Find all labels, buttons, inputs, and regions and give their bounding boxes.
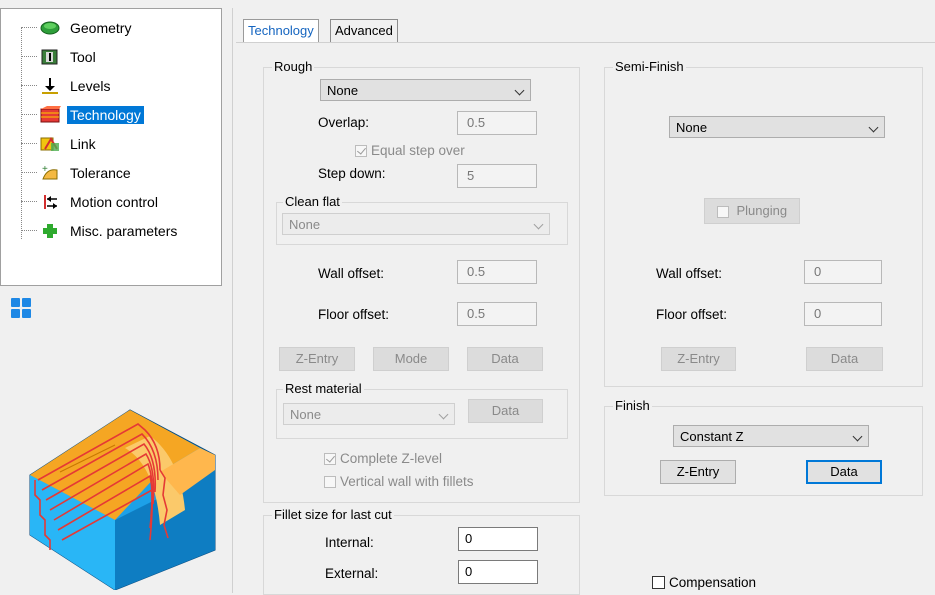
tab-advanced[interactable]: Advanced <box>330 19 398 42</box>
tree-item-link[interactable]: Link <box>21 132 99 156</box>
overlap-label: Overlap: <box>318 115 370 130</box>
tree-item-label: Levels <box>70 78 111 94</box>
equal-step-over-checkbox[interactable]: Equal step over <box>355 143 465 158</box>
semi-wall-offset-label: Wall offset: <box>656 266 723 281</box>
step-down-field[interactable]: 5 <box>457 164 537 188</box>
clean-flat-select[interactable]: None <box>282 213 550 235</box>
technology-icon <box>39 106 61 124</box>
semi-finish-group: Semi-Finish <box>604 59 923 387</box>
complete-z-level-label: Complete Z-level <box>340 451 443 466</box>
rough-title: Rough <box>272 59 315 74</box>
semi-finish-title: Semi-Finish <box>613 59 686 74</box>
fillet-external-field[interactable]: 0 <box>458 560 538 584</box>
rest-material-title: Rest material <box>283 381 364 396</box>
tree-item-motion-control[interactable]: Motion control <box>21 190 161 214</box>
rough-floor-offset-field[interactable]: 0.5 <box>457 302 537 326</box>
tab-separator <box>236 42 935 43</box>
tree-item-label: Technology <box>67 106 144 124</box>
view-grid-icon[interactable] <box>10 297 32 322</box>
clean-flat-title: Clean flat <box>283 194 342 209</box>
finish-title: Finish <box>613 398 652 413</box>
tree-item-label: Geometry <box>70 20 132 36</box>
semi-floor-offset-label: Floor offset: <box>656 307 728 322</box>
checkbox-box <box>324 475 336 488</box>
chevron-down-icon <box>533 219 544 230</box>
finish-strategy-select[interactable]: Constant Z <box>673 425 869 447</box>
tree-item-label: Misc. parameters <box>70 223 178 239</box>
rough-strategy-value: None <box>327 83 359 98</box>
semi-z-entry-button[interactable]: Z-Entry <box>661 347 736 371</box>
tab-technology[interactable]: Technology <box>243 19 319 42</box>
compensation-label: Compensation <box>669 575 757 590</box>
semi-wall-offset-field[interactable]: 0 <box>804 260 882 284</box>
tree-item-misc-parameters[interactable]: Misc. parameters <box>21 219 180 243</box>
operation-tree: Geometry Tool Levels Technology Link + T… <box>0 8 222 286</box>
tree-item-technology[interactable]: Technology <box>21 103 144 127</box>
rough-floor-offset-label: Floor offset: <box>318 307 390 322</box>
checkbox-box <box>324 452 336 465</box>
tree-item-label: Tool <box>70 49 96 65</box>
semi-finish-strategy-select[interactable]: None <box>669 116 885 138</box>
rest-material-select[interactable]: None <box>283 403 455 425</box>
tree-item-tool[interactable]: Tool <box>21 45 99 69</box>
step-down-label: Step down: <box>318 166 386 181</box>
tree-item-label: Tolerance <box>70 165 131 181</box>
motion-control-icon <box>39 193 61 211</box>
tree-item-levels[interactable]: Levels <box>21 74 113 98</box>
rough-wall-offset-field[interactable]: 0.5 <box>457 260 537 284</box>
complete-z-level-checkbox[interactable]: Complete Z-level <box>324 451 442 466</box>
rough-mode-button[interactable]: Mode <box>373 347 449 371</box>
finish-z-entry-button[interactable]: Z-Entry <box>660 460 736 484</box>
levels-icon <box>39 77 61 95</box>
rough-wall-offset-label: Wall offset: <box>318 266 385 281</box>
fillet-external-label: External: <box>325 566 379 581</box>
rough-z-entry-button[interactable]: Z-Entry <box>279 347 355 371</box>
semi-floor-offset-field[interactable]: 0 <box>804 302 882 326</box>
tolerance-icon: + <box>39 164 61 182</box>
misc-parameters-icon <box>39 222 61 240</box>
overlap-field[interactable]: 0.5 <box>457 111 537 135</box>
chevron-down-icon <box>438 409 449 420</box>
chevron-down-icon <box>852 431 863 442</box>
rest-material-value: None <box>290 407 322 422</box>
checkbox-box <box>716 205 729 218</box>
chevron-down-icon <box>868 122 879 133</box>
plunging-label: Plunging <box>736 203 788 218</box>
checkbox-box <box>355 144 367 157</box>
vertical-wall-checkbox[interactable]: Vertical wall with fillets <box>324 474 474 489</box>
rough-data-button[interactable]: Data <box>467 347 543 371</box>
technology-preview-image <box>20 400 220 593</box>
rough-strategy-select[interactable]: None <box>320 79 531 101</box>
fillet-size-title: Fillet size for last cut <box>272 507 394 522</box>
tool-icon <box>39 48 61 66</box>
fillet-internal-label: Internal: <box>325 535 374 550</box>
finish-strategy-value: Constant Z <box>680 429 744 444</box>
svg-text:+: + <box>42 164 48 175</box>
tree-item-geometry[interactable]: Geometry <box>21 16 134 40</box>
clean-flat-value: None <box>289 217 321 232</box>
rest-material-data-button[interactable]: Data <box>468 399 543 423</box>
plunging-checkbox <box>716 205 733 218</box>
geometry-icon <box>39 19 61 37</box>
finish-data-button[interactable]: Data <box>806 460 882 484</box>
semi-finish-strategy-value: None <box>676 120 708 135</box>
tree-item-label: Motion control <box>70 194 158 210</box>
checkbox-box <box>652 576 665 589</box>
tree-item-label: Link <box>70 136 96 152</box>
chevron-down-icon <box>514 85 525 96</box>
vertical-wall-label: Vertical wall with fillets <box>340 474 474 489</box>
tree-item-tolerance[interactable]: + Tolerance <box>21 161 134 185</box>
semi-data-button[interactable]: Data <box>806 347 883 371</box>
equal-step-over-label: Equal step over <box>371 143 465 158</box>
link-icon <box>39 135 61 153</box>
fillet-internal-field[interactable]: 0 <box>458 527 538 551</box>
compensation-checkbox[interactable]: Compensation <box>652 575 756 590</box>
plunging-toggle[interactable]: Plunging <box>704 198 800 224</box>
